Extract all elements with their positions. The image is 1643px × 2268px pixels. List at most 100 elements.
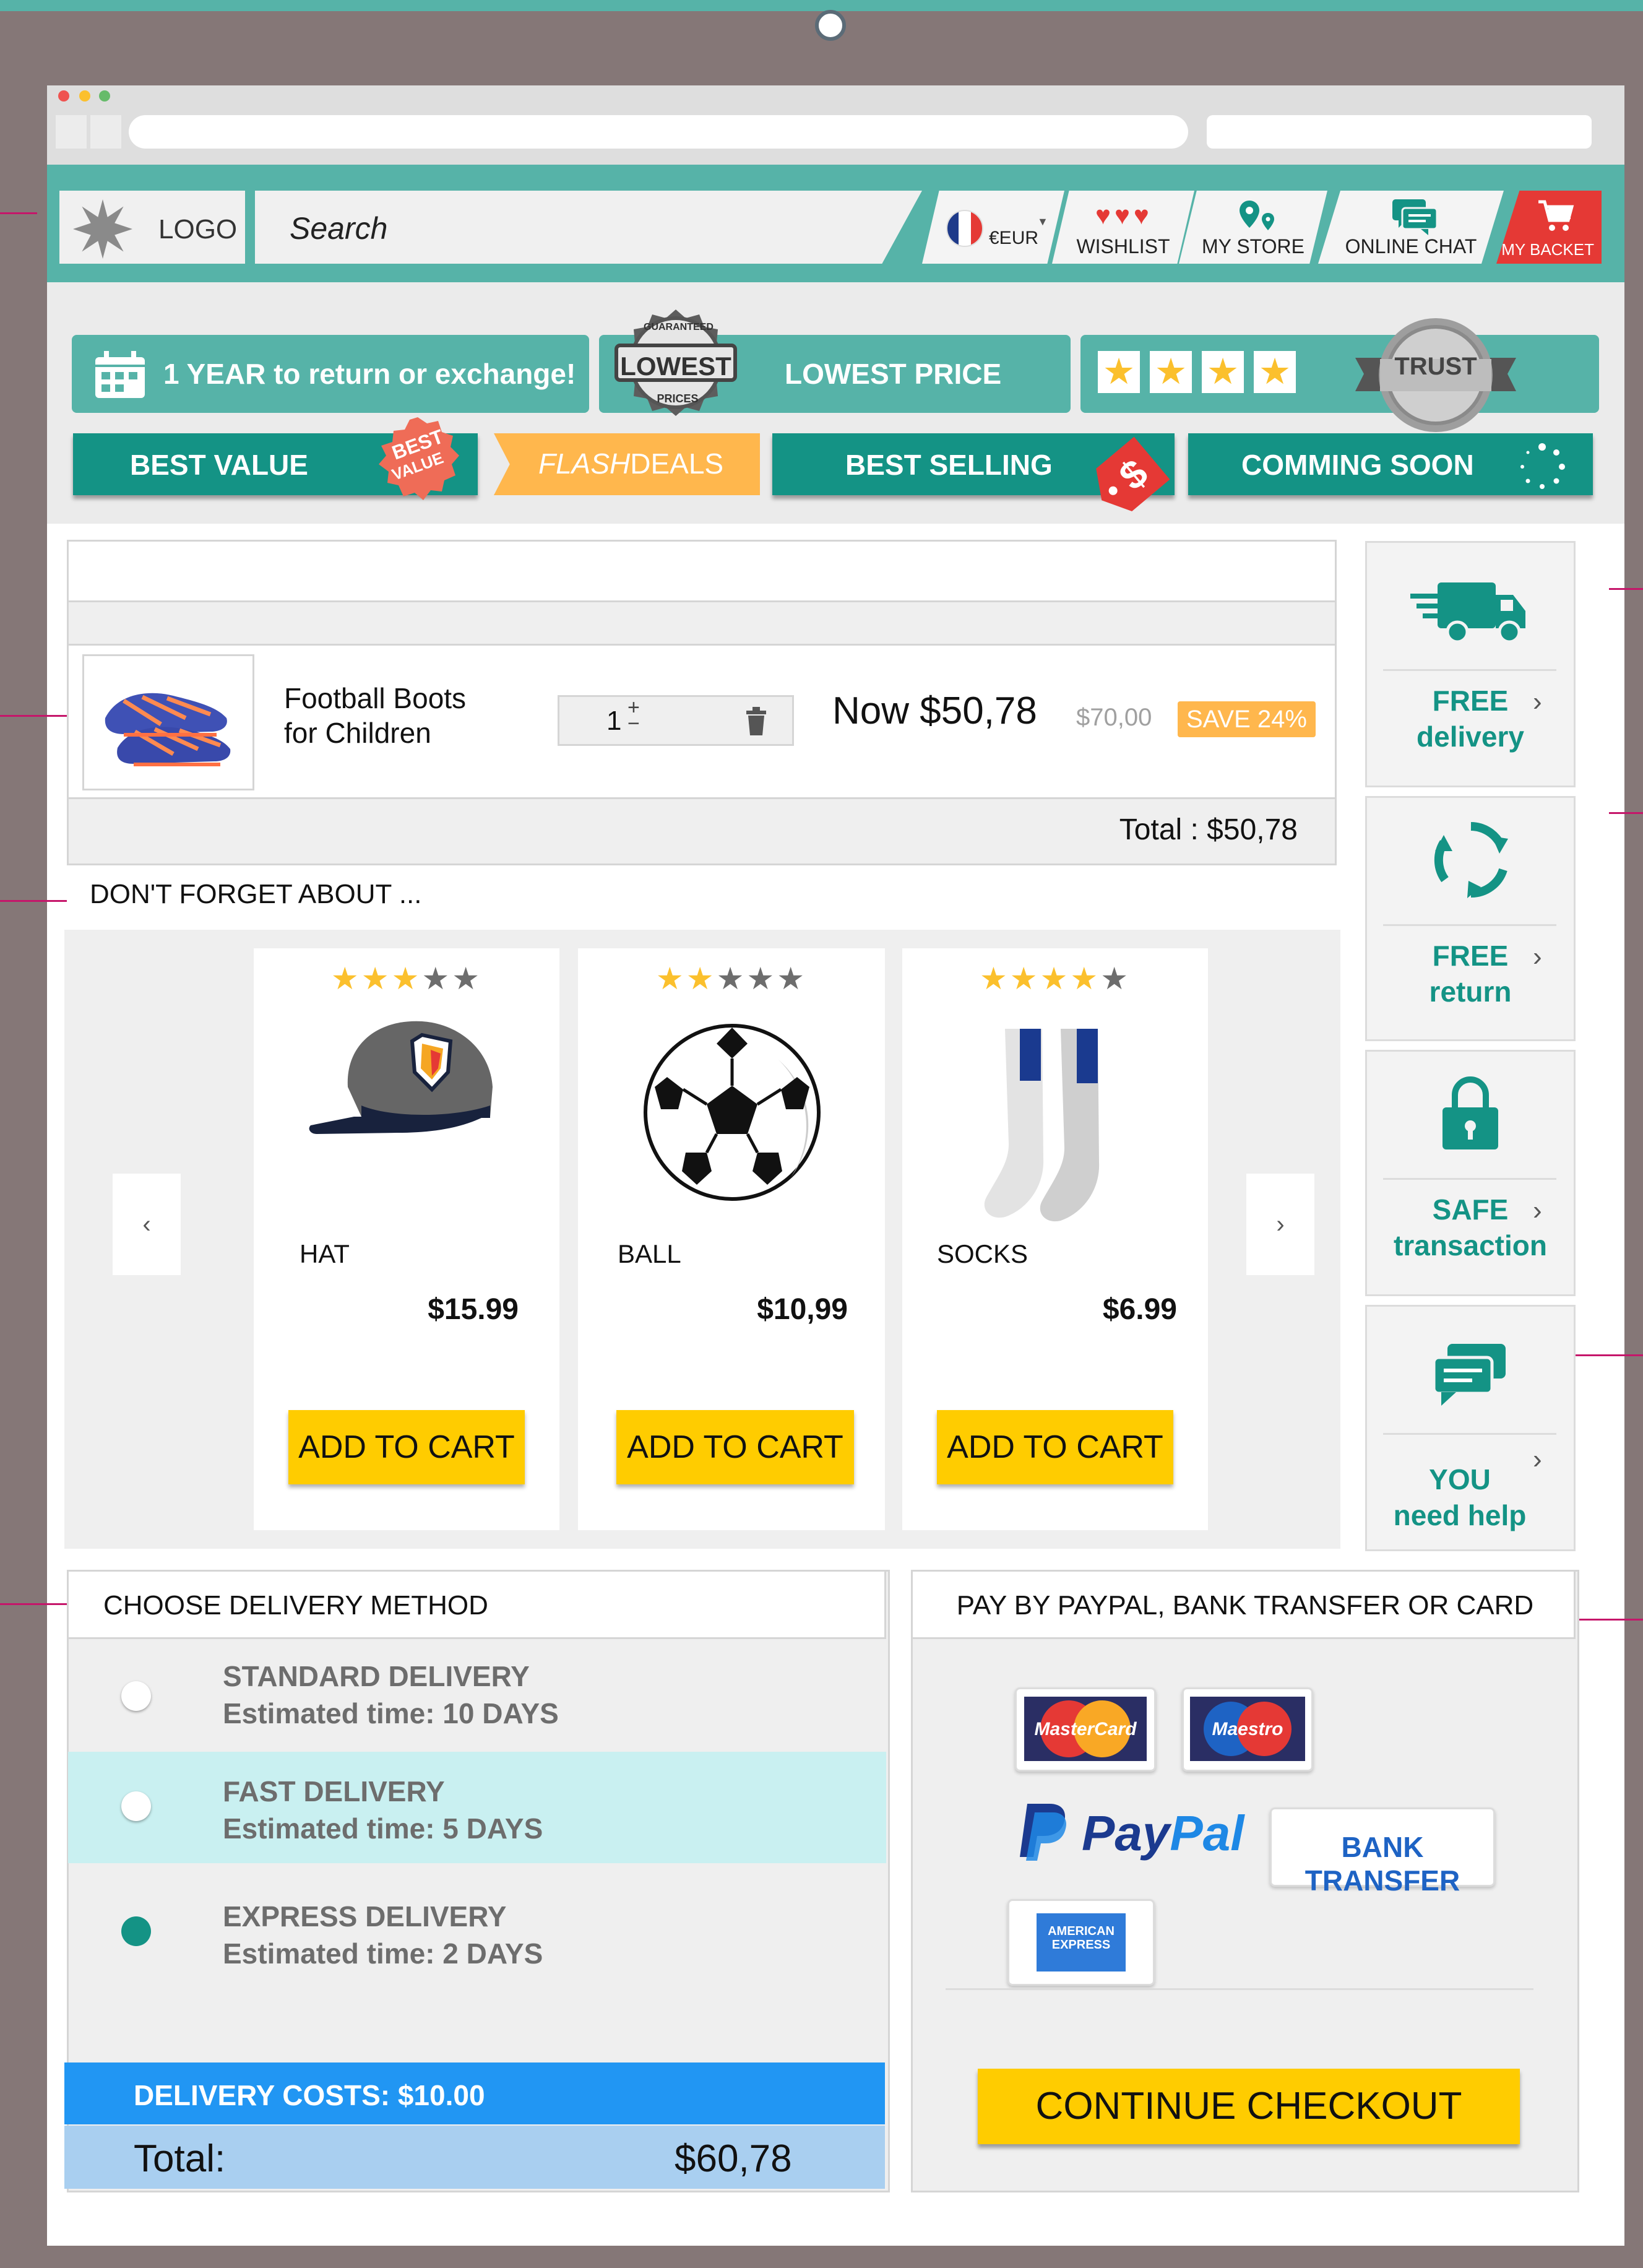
paypal-p-icon: [1020, 1804, 1067, 1861]
product-price: $6.99: [1102, 1293, 1177, 1326]
return-policy-banner: 1 YEAR to return or exchange!: [72, 335, 589, 413]
divider: [1383, 924, 1556, 926]
add-to-cart-button[interactable]: ADD TO CART: [937, 1410, 1173, 1484]
quantity-value: 1: [606, 706, 622, 736]
cart-total: Total : $50,78: [1119, 813, 1298, 846]
currency-selector[interactable]: €EUR ▼: [922, 191, 1064, 264]
save-badge: SAVE 24%: [1178, 701, 1316, 737]
back-button[interactable]: [56, 115, 87, 149]
bank-transfer-option[interactable]: BANK TRANSFER: [1270, 1807, 1495, 1897]
delivery-costs: DELIVERY COSTS: $10.00: [134, 2079, 485, 2111]
truck-icon: [1410, 582, 1525, 644]
chevron-right-icon: ›: [1533, 686, 1542, 717]
star-box: ★: [1098, 351, 1140, 393]
wishlist-button[interactable]: ♥♥♥ WISHLIST: [1052, 191, 1194, 264]
radio-button[interactable]: [121, 1681, 151, 1711]
delivery-costs-bar: DELIVERY COSTS: $10.00: [64, 2062, 885, 2124]
flash-deals-label: FLASHDEALS: [538, 448, 724, 480]
browser-search-bar[interactable]: [1207, 115, 1592, 149]
minimize-window-dot[interactable]: [79, 90, 90, 102]
cart-item-old-price: $70,00: [1076, 704, 1152, 731]
paypal-wordmark: PayPal: [1082, 1806, 1244, 1861]
annotation-line: [1576, 1619, 1643, 1621]
logo-burst-icon: [73, 199, 132, 259]
carousel-prev-button[interactable]: ‹: [113, 1174, 181, 1275]
cart-subheader-bar: [67, 600, 1337, 646]
socks-image: [984, 1029, 1100, 1222]
cart-item-name-1: Football Boots: [284, 682, 467, 714]
price-tag-icon: $: [1096, 436, 1170, 511]
safe-transaction-card[interactable]: SAFE transaction ›: [1365, 1050, 1576, 1296]
product-image-boots[interactable]: [82, 654, 254, 790]
soccer-ball-image: [644, 1024, 821, 1201]
star-box: ★: [1254, 351, 1296, 393]
my-store-button[interactable]: MY STORE: [1179, 191, 1327, 264]
address-bar[interactable]: [129, 115, 1188, 149]
lowest-badge-top: GUARANTEED: [644, 322, 714, 332]
radio-button-selected[interactable]: [121, 1916, 151, 1946]
add-to-cart-button[interactable]: ADD TO CART: [616, 1410, 854, 1484]
best-value-label: BEST VALUE: [130, 449, 308, 481]
free-return-card[interactable]: FREE return ›: [1365, 796, 1576, 1041]
add-to-cart-button[interactable]: ADD TO CART: [288, 1410, 525, 1484]
carousel-next-button[interactable]: ›: [1246, 1174, 1314, 1275]
delivery-option-fast[interactable]: FAST DELIVERY Estimated time: 5 DAYS: [68, 1752, 886, 1863]
delivery-option-time: Estimated time: 10 DAYS: [223, 1697, 559, 1729]
product-price: $10,99: [757, 1293, 848, 1326]
annotation-line: [1609, 812, 1643, 814]
radio-button[interactable]: [121, 1791, 151, 1821]
annotation-line: [1609, 588, 1643, 590]
close-window-dot[interactable]: [58, 90, 69, 102]
product-name: HAT: [300, 1239, 350, 1268]
logo[interactable]: LOGO: [59, 191, 245, 264]
search-placeholder: Search: [290, 211, 388, 246]
amex-option[interactable]: AMERICAN EXPRESS: [1007, 1899, 1155, 1986]
my-basket-label: MY BACKET: [1501, 240, 1594, 259]
delivery-option-express[interactable]: EXPRESS DELIVERY Estimated time: 2 DAYS: [68, 1864, 886, 1988]
forward-button[interactable]: [90, 115, 121, 149]
paypal-option[interactable]: PayPal: [1012, 1796, 1248, 1864]
refresh-icon: [1434, 822, 1508, 898]
help-card[interactable]: YOU need help ›: [1365, 1305, 1576, 1551]
coming-soon-tab[interactable]: COMMING SOON: [1188, 433, 1593, 495]
wishlist-label: WISHLIST: [1076, 235, 1170, 258]
order-total-value: $60,78: [675, 2137, 792, 2180]
best-selling-label: BEST SELLING: [845, 449, 1053, 481]
plus-minus-icon[interactable]: + −: [627, 697, 640, 734]
side-card-title: FREE delivery: [1417, 685, 1524, 753]
payment-heading: PAY BY PAYPAL, BANK TRANSFER OR CARD: [956, 1590, 1534, 1621]
continue-checkout-button[interactable]: CONTINUE CHECKOUT: [978, 2069, 1520, 2144]
divider: [946, 1988, 1533, 1990]
maestro-option[interactable]: Maestro: [1182, 1687, 1313, 1772]
bank-transfer-label: BANK TRANSFER: [1304, 1831, 1460, 1897]
quantity-stepper[interactable]: 1 + −: [558, 695, 794, 746]
order-total-label: Total:: [134, 2137, 226, 2180]
side-card-title: SAFE transaction: [1394, 1193, 1547, 1262]
camera-icon: [815, 10, 846, 41]
annotation-line: [0, 1603, 75, 1605]
my-store-label: MY STORE: [1202, 235, 1304, 258]
search-field[interactable]: Search: [255, 191, 922, 264]
cap-image: [309, 1021, 493, 1134]
rating-stars: ★★★★★: [655, 961, 808, 996]
cart-item-row: Football Boots for Children 1 + − Now $50…: [67, 644, 1337, 800]
product-name: BALL: [618, 1239, 681, 1268]
online-chat-button[interactable]: ONLINE CHAT: [1318, 191, 1504, 264]
logo-text: LOGO: [158, 214, 238, 245]
annotation-line: [0, 900, 75, 902]
delivery-option-name: STANDARD DELIVERY: [223, 1660, 530, 1692]
device-top-strip: [0, 0, 1643, 11]
mastercard-option[interactable]: MasterCard: [1015, 1687, 1156, 1772]
divider: [1383, 1178, 1556, 1180]
cart-item-name-2: for Children: [284, 717, 431, 749]
delivery-heading: CHOOSE DELIVERY METHOD: [103, 1590, 488, 1621]
free-delivery-card[interactable]: FREE delivery ›: [1365, 541, 1576, 787]
flash-deals-tab[interactable]: FLASHDEALS: [494, 433, 760, 495]
annotation-line: [0, 715, 74, 717]
maximize-window-dot[interactable]: [99, 90, 110, 102]
rating-banner: ★ ★ ★ ★: [1080, 335, 1599, 413]
delivery-option-time: Estimated time: 5 DAYS: [223, 1812, 543, 1845]
trash-icon[interactable]: [744, 706, 769, 737]
chat-icon: [1432, 1344, 1506, 1406]
delivery-option-standard[interactable]: STANDARD DELIVERY Estimated time: 10 DAY…: [68, 1639, 886, 1751]
